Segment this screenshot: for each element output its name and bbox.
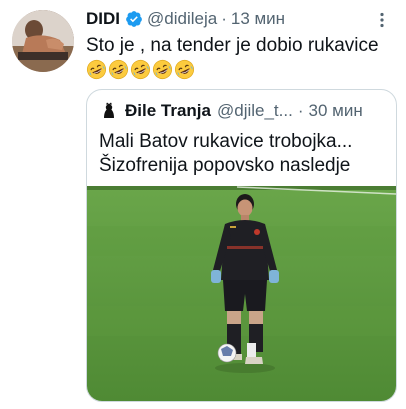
quoted-author-handle[interactable]: @djile_t... <box>217 101 293 121</box>
emoji-row <box>86 59 195 80</box>
separator-dot: · <box>297 101 304 120</box>
rolling-on-floor-laughing-emoji-icon <box>152 59 173 80</box>
rolling-on-floor-laughing-emoji-icon <box>86 59 107 80</box>
separator-dot: · <box>221 9 227 28</box>
verified-badge-icon <box>126 11 142 27</box>
tweet-header: DIDI @didileja · 13 мин <box>86 8 394 30</box>
tweet-time[interactable]: 13 мин <box>231 9 285 29</box>
quoted-text-line: Mali Batov rukavice trobojka... <box>99 131 353 152</box>
author-avatar[interactable] <box>12 10 74 72</box>
football <box>217 343 237 363</box>
quoted-tweet-text: Mali Batov rukavice trobojka... Šizofren… <box>99 130 386 178</box>
quoted-tweet-card[interactable]: Đile Tranja @djile_t... · 30 мин Mali Ba… <box>86 89 397 402</box>
quoted-author-name[interactable]: Đile Tranja <box>125 101 211 121</box>
author-name[interactable]: DIDI <box>86 9 120 29</box>
rolling-on-floor-laughing-emoji-icon <box>108 59 129 80</box>
quoted-text-line: Šizofrenija popovsko nasledje <box>99 155 351 176</box>
quoted-tweet-header: Đile Tranja @djile_t... · 30 мин <box>99 100 388 122</box>
quoted-author-avatar[interactable] <box>99 101 119 121</box>
rolling-on-floor-laughing-emoji-icon <box>174 59 195 80</box>
quoted-tweet-media[interactable] <box>87 186 396 401</box>
football-player-photo-icon <box>87 186 396 401</box>
author-handle[interactable]: @didileja <box>147 9 217 29</box>
quoted-tweet-time[interactable]: 30 мин <box>309 101 363 121</box>
more-options-icon[interactable] <box>374 12 390 28</box>
rolling-on-floor-laughing-emoji-icon <box>130 59 151 80</box>
tweet-text: Sto je , na tender je dobio rukavice <box>86 35 379 56</box>
